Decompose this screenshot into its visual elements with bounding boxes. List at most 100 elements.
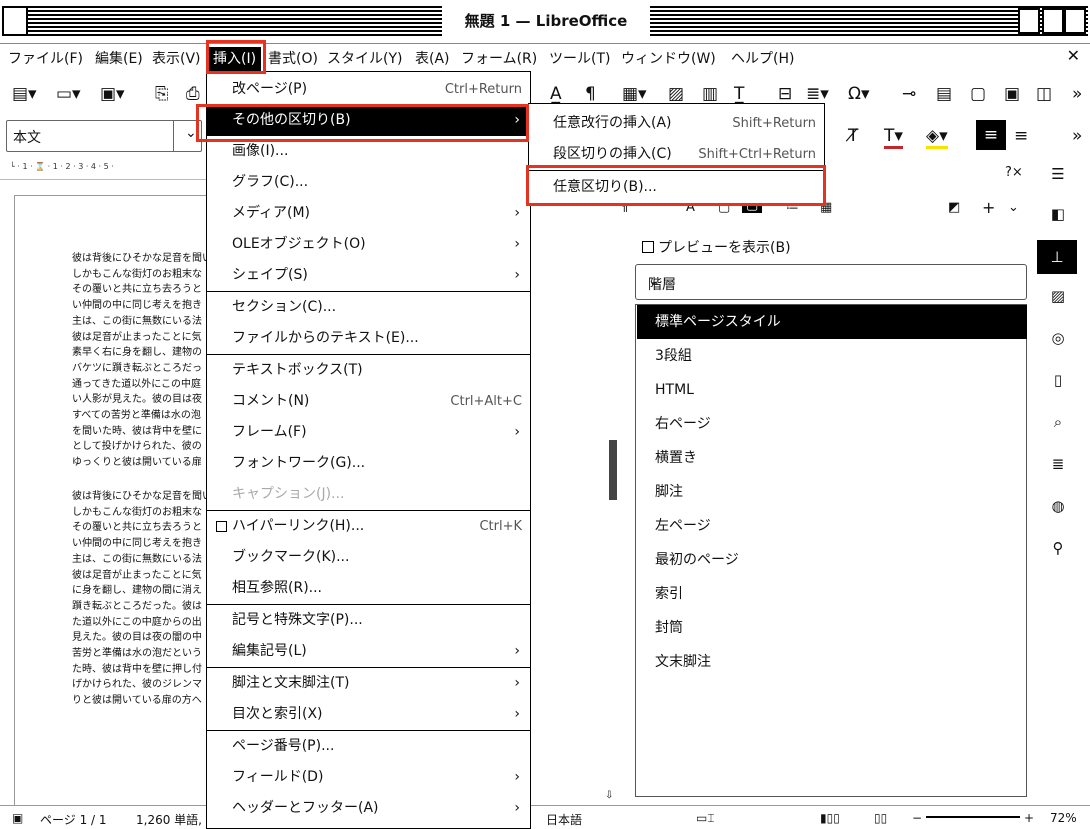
insert-menu-item-16[interactable]: 相互参照(R)...	[207, 573, 530, 604]
fill-format-icon[interactable]: ◩	[948, 200, 960, 215]
zoom-out-icon[interactable]: −	[912, 811, 922, 825]
menu-item-5[interactable]: スタイル(Y)	[327, 47, 402, 71]
insert-table-icon[interactable]: ▦▾	[622, 84, 647, 104]
menu-item-2[interactable]: 表示(V)	[152, 47, 201, 71]
insert-menu-item-11[interactable]: フレーム(F) ›	[207, 417, 530, 448]
align-center-icon[interactable]: ≡	[1014, 126, 1028, 146]
inspector-icon[interactable]: ◍	[1046, 494, 1070, 518]
page-style-item[interactable]: 右ページ	[637, 407, 1027, 441]
insert-menu-item-17[interactable]: 記号と特殊文字(P)...	[207, 605, 530, 636]
insert-menu-item-8[interactable]: ファイルからのテキスト(E)...	[207, 323, 530, 354]
scroll-down-arrow-icon[interactable]: ⇩	[605, 790, 613, 801]
insert-menu-item-15[interactable]: ブックマーク(K)...	[207, 542, 530, 573]
close-window-button[interactable]	[1064, 8, 1086, 34]
style-actions-chevron-icon[interactable]: ⌄	[1008, 200, 1019, 215]
insert-menu-item-10[interactable]: コメント(N) Ctrl+Alt+C	[207, 386, 530, 417]
font-color-icon[interactable]: T▾	[884, 126, 903, 149]
close-document-icon[interactable]: ✕	[1067, 46, 1080, 65]
hyperlink-icon[interactable]: ⊸	[902, 84, 916, 104]
insert-menu-item-1[interactable]: その他の区切り(B) ›	[207, 105, 530, 136]
page-style-item[interactable]: 標準ページスタイル	[637, 305, 1027, 339]
align-left-icon[interactable]: ≡	[976, 120, 1006, 150]
gallery-icon[interactable]: ▨	[1046, 284, 1070, 308]
page-style-item[interactable]: 最初のページ	[637, 543, 1027, 577]
highlight-icon[interactable]: ◈▾	[926, 126, 948, 149]
style-filter-dropdown[interactable]: 階層 ⌄	[635, 264, 1027, 300]
word-count[interactable]: 1,260 単語, 1	[136, 811, 213, 828]
insert-menu-item-6[interactable]: シェイプ(S) ›	[207, 260, 530, 291]
insert-menu-item-21[interactable]: ページ番号(P)...	[207, 731, 530, 762]
insert-menu-item-22[interactable]: フィールド(D) ›	[207, 762, 530, 793]
insert-menu-item-19[interactable]: 脚注と文末脚注(T) ›	[207, 668, 530, 699]
insert-menu-item-0[interactable]: 改ページ(P) Ctrl+Return	[207, 74, 530, 105]
menu-item-7[interactable]: フォーム(R)	[461, 47, 537, 71]
checkbox-icon[interactable]	[642, 241, 654, 253]
chevron-down-icon[interactable]: ⌄	[648, 273, 1016, 289]
breaks-submenu-item-1[interactable]: 段区切りの挿入(C) Shift+Ctrl+Return	[529, 139, 824, 170]
clear-formatting-icon[interactable]: T̸	[848, 126, 858, 146]
menu-item-1[interactable]: 編集(E)	[95, 47, 143, 71]
checkbox-icon[interactable]	[216, 521, 227, 532]
insert-menu-item-20[interactable]: 目次と索引(X) ›	[207, 699, 530, 730]
navigator-icon[interactable]: ◎	[1046, 326, 1070, 350]
formatting-marks-icon[interactable]: ¶	[585, 84, 596, 104]
menu-item-3[interactable]: 挿入(I)	[208, 47, 262, 71]
page-count[interactable]: ページ 1 / 1	[40, 811, 107, 828]
menu-item-9[interactable]: ウィンドウ(W)	[621, 47, 716, 71]
save-status-icon[interactable]: ▣	[12, 811, 23, 825]
manage-changes-icon[interactable]: ≣	[1046, 452, 1070, 476]
selection-mode-icon[interactable]: ▭⌶	[696, 811, 715, 826]
print-icon[interactable]: ⎙	[186, 84, 200, 104]
show-preview-checkbox[interactable]: プレビューを表示(B)	[642, 237, 791, 257]
zoom-level[interactable]: 72%	[1050, 811, 1077, 825]
menu-item-10[interactable]: ヘルプ(H)	[731, 47, 794, 71]
footnote-icon[interactable]: ▤	[936, 84, 952, 104]
sidebar-help-close[interactable]: ?×	[1005, 163, 1023, 183]
breaks-submenu-item-2[interactable]: 任意区切り(B)...	[529, 172, 824, 203]
properties-icon[interactable]: ◧	[1046, 202, 1070, 226]
zoom-slider[interactable]	[926, 816, 1020, 818]
vertical-scrollbar[interactable]: ⇩	[605, 440, 617, 801]
window-menu-button[interactable]	[2, 6, 28, 36]
insert-menu-item-2[interactable]: 画像(I)...	[207, 136, 530, 167]
insert-menu-item-23[interactable]: ヘッダーとフッター(A) ›	[207, 793, 530, 824]
page-style-item[interactable]: 3段組	[637, 339, 1027, 373]
open-icon[interactable]: ▭▾	[56, 84, 81, 104]
special-character-icon[interactable]: Ω▾	[848, 84, 870, 104]
maximize-button[interactable]	[1042, 8, 1064, 34]
single-page-view-icon[interactable]: ▮▯▯	[820, 811, 840, 825]
chevron-down-icon[interactable]: ⌄	[185, 125, 197, 141]
menu-item-0[interactable]: ファイル(F)	[8, 47, 83, 71]
spelling-icon[interactable]: A̲	[550, 84, 562, 104]
shapes-icon[interactable]: ◫	[1036, 84, 1052, 104]
language-status[interactable]: 日本語	[546, 811, 582, 828]
menu-item-8[interactable]: ツール(T)	[549, 47, 610, 71]
sidebar-menu-icon[interactable]: ☰	[1046, 162, 1070, 186]
new-document-icon[interactable]: ▤▾	[12, 84, 37, 104]
find-icon[interactable]: ⌕	[1046, 410, 1070, 434]
new-style-icon[interactable]: +	[982, 198, 995, 217]
insert-menu-item-3[interactable]: グラフ(C)...	[207, 167, 530, 198]
book-view-icon[interactable]: ▯▯	[874, 811, 887, 825]
track-changes-icon[interactable]: ▣	[1004, 84, 1020, 104]
page-style-item[interactable]: 封筒	[637, 611, 1027, 645]
comment-icon[interactable]: ▢	[970, 84, 986, 104]
insert-menu-item-9[interactable]: テキストボックス(T)	[207, 355, 530, 386]
horizontal-ruler[interactable]: └ · 1 · ⌛ · 1 · 2 · 3 · 4 · 5 ·	[0, 158, 210, 180]
page-icon[interactable]: ⊥	[1037, 240, 1077, 274]
menu-item-6[interactable]: 表(A)	[415, 47, 450, 71]
insert-field-icon[interactable]: ≣▾	[806, 84, 829, 104]
minimize-button[interactable]	[1018, 8, 1040, 34]
paragraph-style-combo[interactable]: 本文 ⌄	[6, 120, 202, 152]
toolbar-overflow-icon[interactable]: »	[1072, 84, 1082, 104]
save-icon[interactable]: ▣▾	[100, 84, 125, 104]
insert-menu-item-12[interactable]: フォントワーク(G)...	[207, 448, 530, 479]
page-style-item[interactable]: 左ページ	[637, 509, 1027, 543]
insert-menu-item-14[interactable]: ハイパーリンク(H)... Ctrl+K	[207, 511, 530, 542]
insert-textbox-icon[interactable]: T̲	[734, 84, 744, 104]
insert-menu-item-5[interactable]: OLEオブジェクト(O) ›	[207, 229, 530, 260]
page-style-item[interactable]: 文末脚注	[637, 645, 1027, 679]
insert-menu-item-4[interactable]: メディア(M) ›	[207, 198, 530, 229]
menu-item-4[interactable]: 書式(O)	[268, 47, 318, 71]
page-style-item[interactable]: 索引	[637, 577, 1027, 611]
